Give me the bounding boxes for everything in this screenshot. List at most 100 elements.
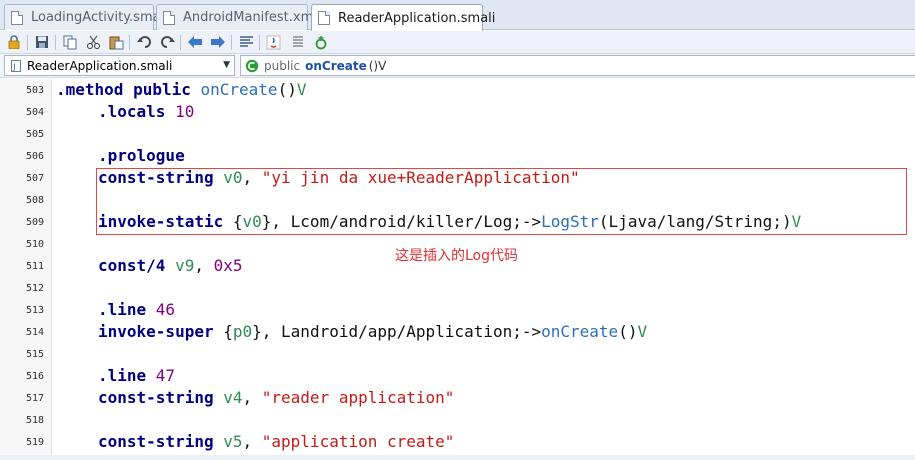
code-token: "reader application" bbox=[261, 388, 455, 407]
code-text: const-string v4, "reader application" bbox=[98, 387, 454, 409]
code-text: .method public onCreate()V bbox=[56, 79, 306, 101]
code-token: V bbox=[296, 80, 307, 99]
file-selector-value: ReaderApplication.smali bbox=[27, 58, 173, 73]
code-token: v4 bbox=[223, 388, 243, 407]
code-token: 10 bbox=[175, 102, 195, 121]
code-line: 506 .prologue bbox=[0, 145, 915, 167]
code-line: 505 bbox=[0, 123, 915, 145]
method-modifier: public bbox=[264, 58, 301, 73]
line-number: 503 bbox=[26, 85, 45, 96]
code-token: .line bbox=[98, 300, 156, 319]
code-text: .locals 10 bbox=[98, 101, 194, 123]
method-signature: ()V bbox=[368, 58, 387, 73]
code-line: 503 .method public onCreate()V bbox=[0, 79, 915, 101]
save-icon[interactable] bbox=[34, 34, 50, 50]
code-token: onCreate bbox=[541, 322, 619, 341]
line-number: 516 bbox=[26, 371, 45, 382]
code-token: , bbox=[242, 388, 262, 407]
code-token: , bbox=[194, 256, 214, 275]
selector-bar: J ReaderApplication.smali ▼ public onCre… bbox=[0, 54, 915, 78]
code-text: const-string v5, "application create" bbox=[98, 431, 454, 453]
file-selector[interactable]: J ReaderApplication.smali ▼ bbox=[4, 55, 235, 76]
code-token: , bbox=[242, 432, 262, 451]
code-token: "application create" bbox=[261, 432, 455, 451]
line-number: 505 bbox=[26, 129, 45, 140]
code-token: { bbox=[223, 322, 233, 341]
list-icon[interactable] bbox=[290, 34, 306, 50]
code-line: 517 const-string v4, "reader application" bbox=[0, 387, 915, 409]
tab-bar: LoadingActivity.smali AndroidManifest.xm… bbox=[0, 0, 915, 31]
code-token: p0 bbox=[232, 322, 253, 341]
code-text: .line 47 bbox=[98, 365, 175, 387]
file-icon bbox=[163, 10, 175, 25]
line-number: 509 bbox=[26, 217, 45, 228]
tab-android-manifest[interactable]: AndroidManifest.xml bbox=[156, 4, 317, 30]
line-number: 515 bbox=[26, 349, 45, 360]
code-text: .line 46 bbox=[98, 299, 175, 321]
line-number: 517 bbox=[26, 393, 45, 404]
line-number: 504 bbox=[26, 107, 45, 118]
code-token: () bbox=[277, 80, 297, 99]
line-number: 508 bbox=[26, 195, 45, 206]
svg-text:J: J bbox=[12, 62, 15, 71]
tab-loading-activity[interactable]: LoadingActivity.smali bbox=[4, 4, 168, 30]
code-token: 0x5 bbox=[213, 256, 243, 275]
smali-file-icon: J bbox=[11, 59, 21, 72]
code-line: 504 .locals 10 bbox=[0, 101, 915, 123]
redo-icon[interactable] bbox=[159, 34, 175, 50]
tab-label: ReaderApplication.smali bbox=[338, 10, 496, 26]
line-number: 507 bbox=[26, 173, 45, 184]
code-token: .prologue bbox=[98, 146, 185, 165]
code-token: .method public bbox=[56, 80, 201, 99]
code-token: const-string bbox=[98, 388, 224, 407]
horizontal-scrollbar[interactable] bbox=[0, 455, 915, 460]
cut-icon[interactable] bbox=[85, 34, 101, 50]
code-token: 47 bbox=[155, 366, 176, 385]
file-icon bbox=[318, 11, 330, 25]
code-text: const/4 v9, 0x5 bbox=[98, 255, 243, 277]
line-number: 514 bbox=[26, 327, 45, 338]
method-selector[interactable]: public onCreate ()V bbox=[240, 55, 915, 76]
chevron-down-icon: ▼ bbox=[223, 60, 230, 70]
paste-icon[interactable] bbox=[108, 34, 124, 50]
inserted-log-annotation: 这是插入的Log代码 bbox=[395, 248, 519, 264]
code-line: 513 .line 46 bbox=[0, 299, 915, 321]
line-number: 513 bbox=[26, 305, 45, 316]
line-number: 511 bbox=[26, 261, 45, 272]
toolbar bbox=[0, 31, 915, 54]
line-number: 518 bbox=[26, 415, 45, 426]
code-token: V bbox=[637, 322, 648, 341]
code-line: 514 invoke-super {p0}, Landroid/app/Appli… bbox=[0, 321, 915, 343]
code-token: const-string bbox=[98, 432, 224, 451]
code-token: }, Landroid/app/Application;-> bbox=[252, 322, 542, 341]
code-text: .prologue bbox=[98, 145, 185, 167]
code-token: const/4 bbox=[98, 256, 176, 275]
tab-label: AndroidManifest.xml bbox=[183, 10, 317, 25]
code-token: .locals bbox=[98, 102, 176, 121]
back-arrow-icon[interactable] bbox=[187, 34, 203, 50]
line-number: 510 bbox=[26, 239, 45, 250]
code-token: v9 bbox=[175, 256, 195, 275]
method-c-icon bbox=[245, 59, 259, 72]
lock-icon[interactable] bbox=[6, 34, 22, 50]
code-line: 518 bbox=[0, 409, 915, 431]
code-token: v5 bbox=[223, 432, 243, 451]
java-icon[interactable] bbox=[265, 34, 281, 50]
code-token: 46 bbox=[155, 300, 176, 319]
file-icon bbox=[11, 10, 23, 25]
format-icon[interactable] bbox=[238, 34, 254, 50]
code-token: () bbox=[618, 322, 638, 341]
code-editor[interactable]: 503 .method public onCreate()V 504 .locals … bbox=[0, 79, 915, 460]
undo-icon[interactable] bbox=[136, 34, 152, 50]
code-line: 519 const-string v5, "application create" bbox=[0, 431, 915, 453]
recycle-icon[interactable] bbox=[313, 34, 329, 50]
code-line: 516 .line 47 bbox=[0, 365, 915, 387]
tab-reader-application[interactable]: ReaderApplication.smali bbox=[311, 4, 495, 31]
code-token: invoke-super bbox=[98, 322, 224, 341]
line-number: 519 bbox=[26, 437, 45, 448]
code-token: .line bbox=[98, 366, 156, 385]
forward-arrow-icon[interactable] bbox=[210, 34, 226, 50]
copy-icon[interactable] bbox=[62, 34, 78, 50]
inserted-code-highlight-box bbox=[96, 168, 907, 235]
code-token: onCreate bbox=[200, 80, 278, 99]
